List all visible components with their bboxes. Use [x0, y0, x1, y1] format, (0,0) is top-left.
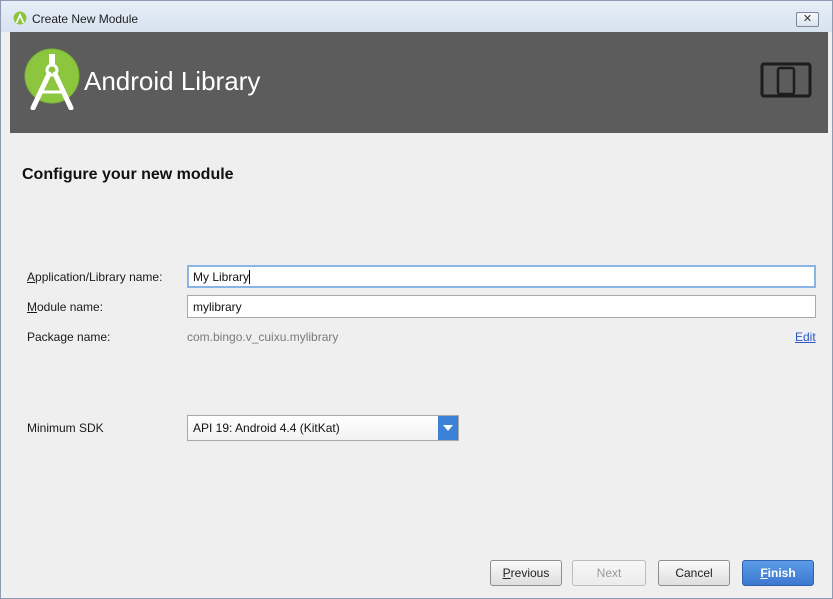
finish-button[interactable]: Finish: [742, 560, 814, 586]
close-button[interactable]: ✕: [796, 12, 819, 27]
dropdown-arrow-button[interactable]: [438, 416, 458, 440]
cancel-button[interactable]: Cancel: [658, 560, 730, 586]
app-name-label: Application/Library name:: [27, 270, 163, 284]
android-studio-logo-icon: [24, 48, 80, 110]
package-name-value: com.bingo.v_cuixu.mylibrary: [187, 330, 339, 344]
minimum-sdk-label: Minimum SDK: [27, 421, 104, 435]
minimum-sdk-select[interactable]: API 19: Android 4.4 (KitKat): [187, 415, 459, 441]
minimum-sdk-selected: API 19: Android 4.4 (KitKat): [193, 421, 340, 435]
next-button[interactable]: Next: [572, 560, 646, 586]
wizard-header: Android Library: [10, 32, 828, 133]
create-new-module-dialog: Create New Module ✕ Android Library Conf…: [0, 0, 833, 599]
wizard-content: Configure your new module Application/Li…: [10, 133, 828, 593]
previous-button[interactable]: Previous: [490, 560, 562, 586]
title-bar: Create New Module ✕: [1, 1, 832, 32]
app-name-input[interactable]: My Library: [187, 265, 816, 288]
module-name-label: Module name:: [27, 300, 104, 314]
edit-package-link[interactable]: Edit: [795, 330, 816, 344]
window-title: Create New Module: [32, 12, 139, 26]
section-title: Configure your new module: [22, 166, 234, 183]
close-icon: ✕: [802, 12, 813, 25]
wizard-header-title: Android Library: [84, 66, 261, 96]
chevron-down-icon: [443, 425, 453, 431]
android-studio-app-icon: [13, 11, 27, 25]
module-name-input[interactable]: mylibrary: [187, 295, 816, 318]
tablet-phone-icon: [760, 62, 812, 98]
text-caret: [249, 270, 251, 284]
package-name-label: Package name:: [27, 330, 111, 344]
